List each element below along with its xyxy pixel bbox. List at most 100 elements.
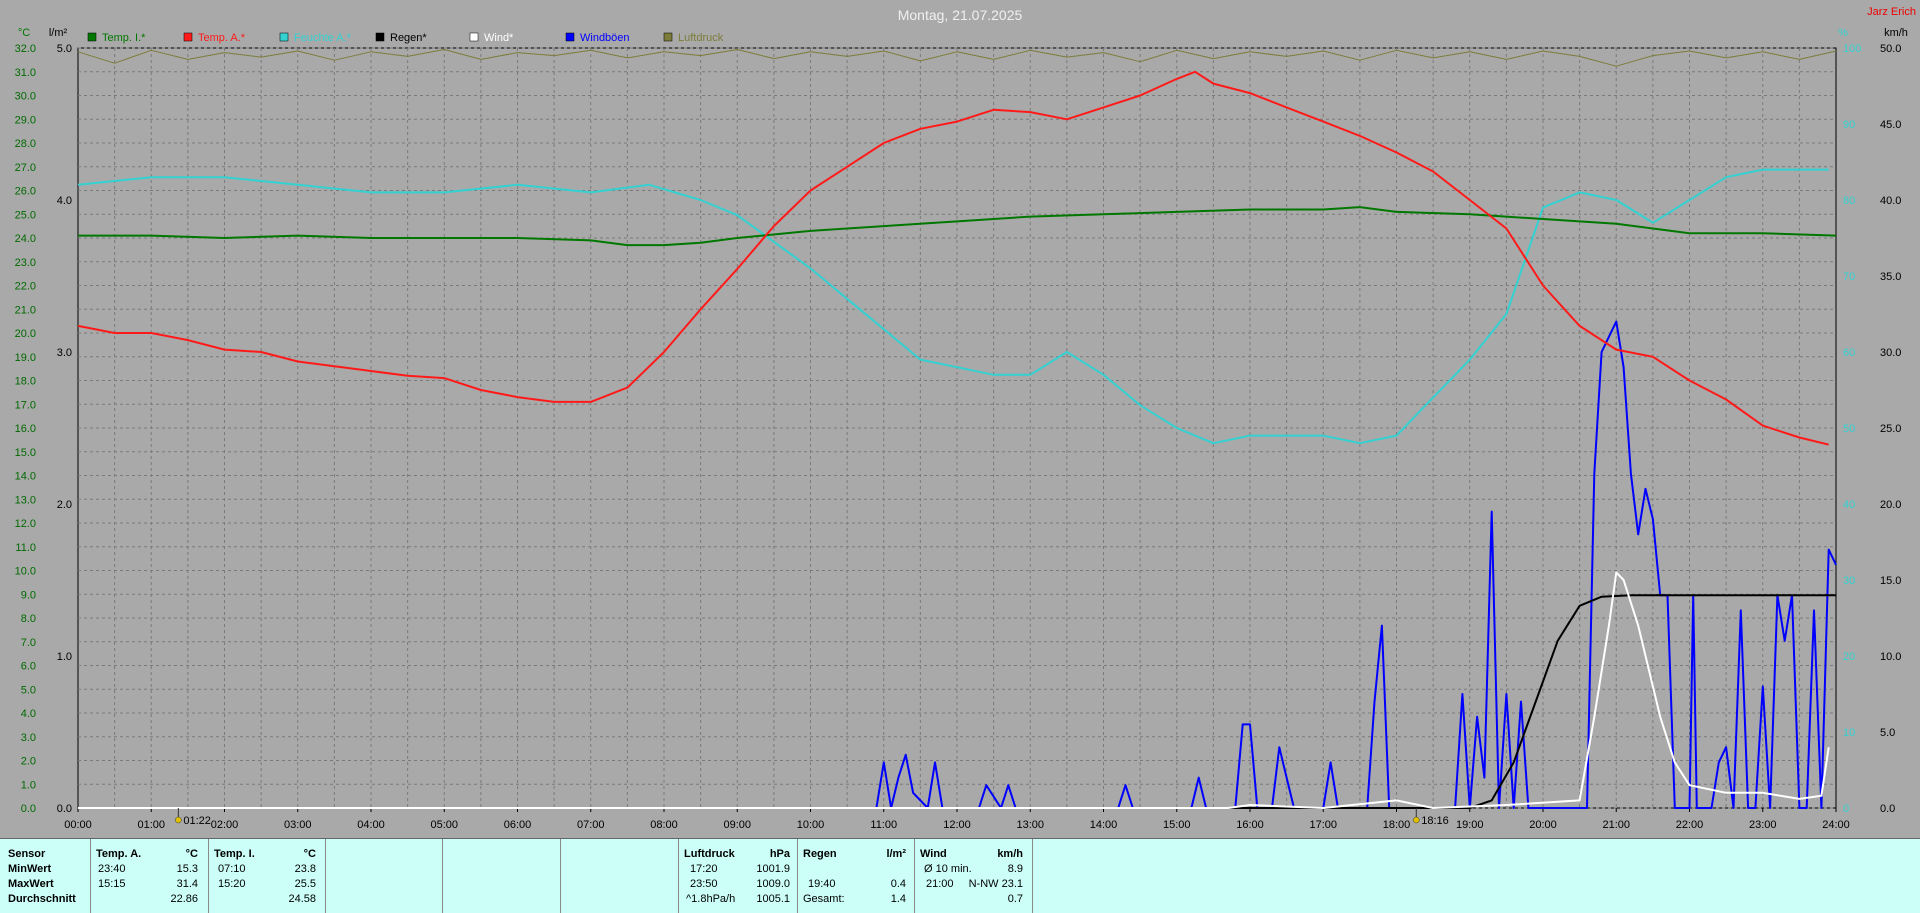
tick-label-temp: 17.0 <box>15 399 36 411</box>
tick-label-wind: 35.0 <box>1880 271 1901 283</box>
unit-wind: km/h <box>1884 27 1908 39</box>
unit-temp: °C <box>18 27 30 39</box>
tick-label-temp: 18.0 <box>15 376 36 388</box>
pressure-max-time: 23:50 <box>690 878 718 890</box>
pressure-trend-label: ^1.8hPa/h <box>686 893 736 905</box>
pressure-min-time: 17:20 <box>690 863 718 875</box>
rain-max-value: 0.4 <box>890 878 906 890</box>
tick-label-temp: 19.0 <box>15 352 36 364</box>
tick-label-time: 03:00 <box>284 819 312 831</box>
tick-label-time: 10:00 <box>797 819 825 831</box>
tick-label-temp: 23.0 <box>15 257 36 269</box>
pressure-trend-value: 1005.1 <box>756 893 790 905</box>
author-label: Jarz Erich <box>1867 6 1916 18</box>
stats-panel: Sensor MinWert MaxWert Durchschnitt Temp… <box>0 838 1920 913</box>
tick-label-time: 16:00 <box>1236 819 1264 831</box>
row-min-label: MinWert <box>8 863 52 875</box>
temp-a-max-value: 31.4 <box>176 878 198 890</box>
tick-label-time: 17:00 <box>1309 819 1337 831</box>
tick-label-temp: 12.0 <box>15 518 36 530</box>
tick-label-temp: 27.0 <box>15 162 36 174</box>
tick-label-temp: 28.0 <box>15 138 36 150</box>
tick-label-humidity: 40 <box>1843 499 1855 511</box>
wind-header: Wind <box>920 848 947 860</box>
tick-label-temp: 26.0 <box>15 186 36 198</box>
tick-label-temp: 24.0 <box>15 233 36 245</box>
legend-label: Feuchte A.* <box>294 32 352 44</box>
tick-label-time: 24:00 <box>1822 819 1850 831</box>
legend-swatch <box>469 32 479 42</box>
tick-label-wind: 0.0 <box>1880 803 1895 815</box>
tick-label-wind: 20.0 <box>1880 499 1901 511</box>
tick-label-humidity: 10 <box>1843 727 1855 739</box>
pressure-header: Luftdruck <box>684 848 735 860</box>
weather-chart: 0.0 1.0 2.0 3.0 4.0 5.0 6.0 7.0 8.0 9.0 10.0 11.0 12… <box>15 6 1916 831</box>
temp-a-min-value: 15.3 <box>176 863 198 875</box>
legend-label: Wind* <box>484 32 514 44</box>
tick-label-temp: 2.0 <box>21 756 36 768</box>
tick-label-humidity: 60 <box>1843 347 1855 359</box>
tick-label-wind: 5.0 <box>1880 727 1895 739</box>
tick-label-temp: 1.0 <box>21 779 36 791</box>
tick-label-temp: 6.0 <box>21 661 36 673</box>
temp-i-min-value: 23.8 <box>294 863 316 875</box>
rain-total-value: 1.4 <box>890 893 906 905</box>
temp-a-min-time: 23:40 <box>98 863 126 875</box>
temp-i-min-time: 07:10 <box>218 863 246 875</box>
legend-swatch <box>183 32 193 42</box>
tick-label-rain: 5.0 <box>57 43 72 55</box>
tick-label-wind: 40.0 <box>1880 195 1901 207</box>
temp-a-max-time: 15:15 <box>98 878 126 890</box>
tick-label-time: 04:00 <box>357 819 385 831</box>
tick-label-temp: 10.0 <box>15 566 36 578</box>
tick-label-temp: 11.0 <box>15 542 36 554</box>
tick-label-temp: 5.0 <box>21 684 36 696</box>
wind-avg10-value: 8.9 <box>1007 863 1023 875</box>
legend-swatch <box>663 32 673 42</box>
tick-label-time: 11:00 <box>870 819 897 831</box>
wind-avg10-label: Ø 10 min. <box>924 863 972 875</box>
tick-label-temp: 31.0 <box>15 67 36 79</box>
tick-label-humidity: 80 <box>1843 195 1855 207</box>
tick-label-time: 15:00 <box>1163 819 1191 831</box>
tick-label-wind: 15.0 <box>1880 575 1901 587</box>
temp-i-max-value: 25.5 <box>294 878 316 890</box>
rain-total-label: Gesamt: <box>803 893 845 905</box>
tick-label-temp: 21.0 <box>15 304 36 316</box>
tick-label-temp: 22.0 <box>15 281 36 293</box>
pressure-max-value: 1009.0 <box>756 878 790 890</box>
tick-label-temp: 30.0 <box>15 91 36 103</box>
tick-label-time: 00:00 <box>64 819 92 831</box>
legend-swatch <box>279 32 289 42</box>
tick-label-temp: 16.0 <box>15 423 36 435</box>
tick-label-wind: 25.0 <box>1880 423 1901 435</box>
time-marker-dot <box>1413 816 1420 824</box>
sensor-header: Sensor <box>8 848 46 860</box>
legend-swatch <box>565 32 575 42</box>
tick-label-temp: 32.0 <box>15 43 36 55</box>
tick-label-temp: 29.0 <box>15 114 36 126</box>
tick-label-wind: 45.0 <box>1880 119 1901 131</box>
tick-label-time: 19:00 <box>1456 819 1484 831</box>
legend-label: Windböen <box>580 32 630 44</box>
tick-label-rain: 4.0 <box>57 195 72 207</box>
tick-label-temp: 13.0 <box>15 494 36 506</box>
pressure-unit: hPa <box>769 848 790 860</box>
rain-max-time: 19:40 <box>808 878 836 890</box>
tick-label-time: 12:00 <box>943 819 971 831</box>
temp-i-header: Temp. I. <box>214 848 255 860</box>
rain-unit: l/m² <box>886 848 906 860</box>
unit-rain: l/m² <box>49 27 68 39</box>
legend-label: Luftdruck <box>678 32 724 44</box>
tick-label-temp: 8.0 <box>21 613 36 625</box>
wind-avg: 0.7 <box>1007 893 1023 905</box>
tick-label-temp: 4.0 <box>21 708 36 720</box>
temp-a-header: Temp. A. <box>96 848 142 860</box>
tick-label-time: 18:00 <box>1383 819 1411 831</box>
temp-i-avg: 24.58 <box>288 893 316 905</box>
tick-label-rain: 0.0 <box>57 803 72 815</box>
tick-label-humidity: 20 <box>1843 651 1855 663</box>
tick-label-wind: 30.0 <box>1880 347 1901 359</box>
tick-label-time: 09:00 <box>723 819 751 831</box>
tick-label-temp: 25.0 <box>15 209 36 221</box>
